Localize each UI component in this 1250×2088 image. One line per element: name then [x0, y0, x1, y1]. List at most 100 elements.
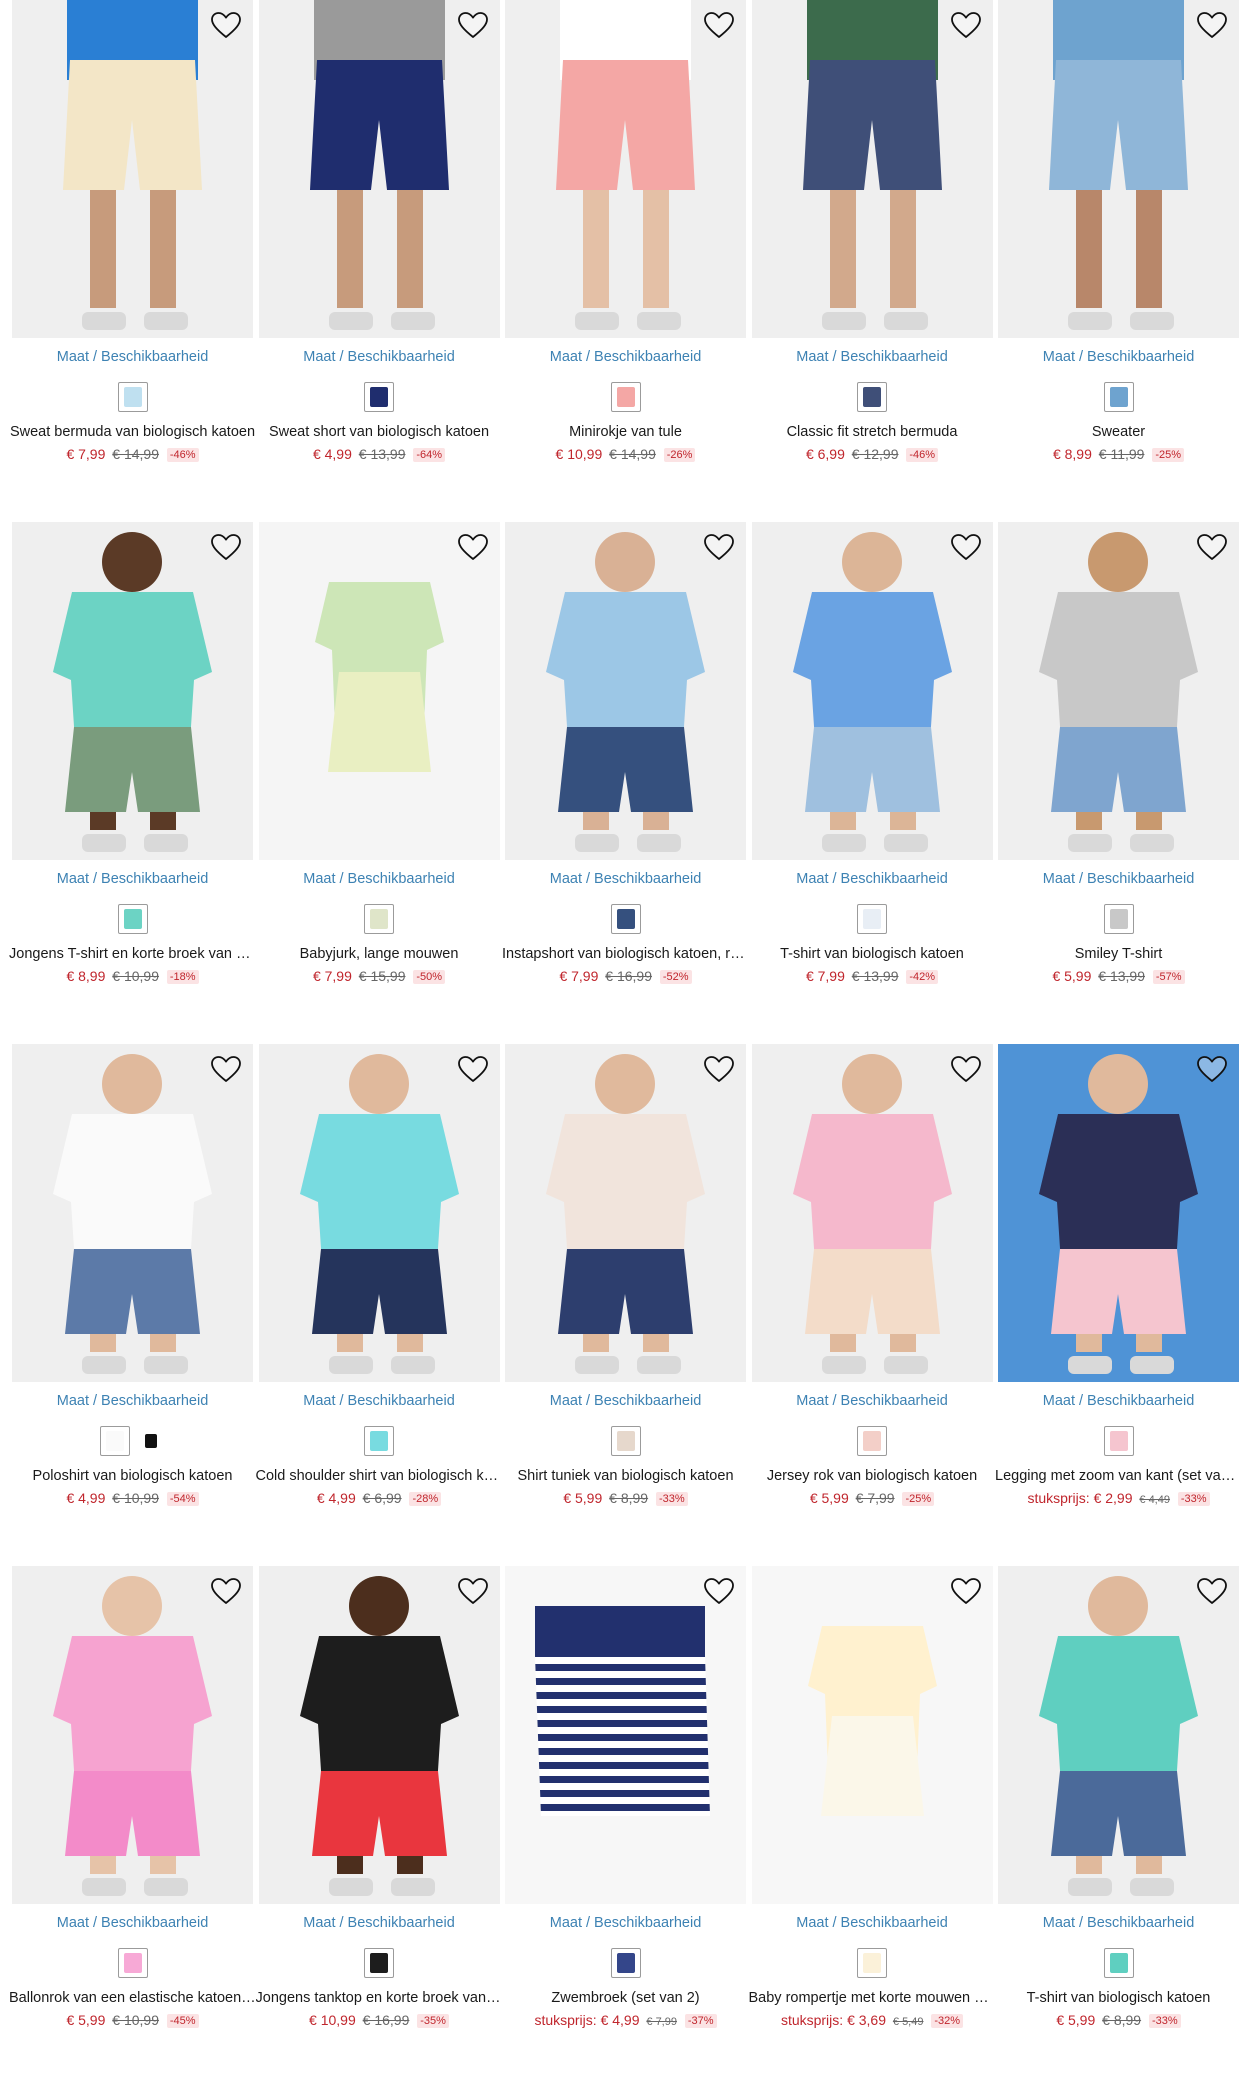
product-card[interactable]: Maat / Beschikbaarheid Sweater € 8,99 € …	[998, 0, 1239, 522]
product-name[interactable]: Zwembroek (set van 2)	[502, 1990, 749, 2006]
color-swatch[interactable]	[364, 1426, 394, 1456]
size-availability-link[interactable]: Maat / Beschikbaarheid	[505, 349, 746, 365]
product-card[interactable]: Maat / Beschikbaarheid Babyjurk, lange m…	[258, 522, 500, 1044]
size-availability-link[interactable]: Maat / Beschikbaarheid	[998, 349, 1239, 365]
product-card[interactable]: Maat / Beschikbaarheid Smiley T-shirt € …	[998, 522, 1239, 1044]
product-name[interactable]: Jongens T-shirt en korte broek van biolo…	[9, 946, 256, 962]
color-swatch[interactable]	[610, 382, 641, 412]
product-image[interactable]	[12, 522, 253, 860]
product-image[interactable]	[998, 1566, 1239, 1904]
product-card[interactable]: Maat / Beschikbaarheid Sweat bermuda van…	[9, 0, 256, 522]
wishlist-heart-icon[interactable]	[949, 10, 983, 40]
product-name[interactable]: Instapshort van biologisch katoen, regul…	[502, 946, 749, 962]
product-image[interactable]	[505, 522, 746, 860]
wishlist-heart-icon[interactable]	[209, 10, 243, 40]
product-name[interactable]: T-shirt van biologisch katoen	[749, 946, 996, 962]
color-swatch[interactable]	[135, 1426, 166, 1456]
product-image[interactable]	[258, 0, 500, 338]
wishlist-heart-icon[interactable]	[456, 532, 490, 562]
size-availability-link[interactable]: Maat / Beschikbaarheid	[259, 1393, 500, 1409]
color-swatch[interactable]	[857, 904, 887, 934]
product-image[interactable]	[505, 1566, 746, 1904]
product-name[interactable]: Baby rompertje met korte mouwen van biol…	[749, 1990, 996, 2006]
product-image[interactable]	[12, 0, 253, 338]
product-image[interactable]	[751, 0, 993, 338]
wishlist-heart-icon[interactable]	[1195, 1576, 1229, 1606]
size-availability-link[interactable]: Maat / Beschikbaarheid	[12, 1915, 253, 1931]
color-swatch[interactable]	[1103, 1426, 1134, 1456]
product-image[interactable]	[998, 522, 1239, 860]
product-image[interactable]	[505, 0, 746, 338]
product-image[interactable]	[998, 0, 1239, 338]
product-image[interactable]	[12, 1566, 253, 1904]
color-swatch[interactable]	[117, 382, 148, 412]
color-swatch[interactable]	[1103, 904, 1134, 934]
wishlist-heart-icon[interactable]	[209, 532, 243, 562]
product-card[interactable]: Maat / Beschikbaarheid Poloshirt van bio…	[12, 1044, 253, 1566]
size-availability-link[interactable]: Maat / Beschikbaarheid	[505, 1393, 746, 1409]
product-card[interactable]: Maat / Beschikbaarheid Ballonrok van een…	[9, 1566, 256, 2088]
color-swatch[interactable]	[117, 1948, 148, 1978]
color-swatch[interactable]	[610, 1948, 641, 1978]
wishlist-heart-icon[interactable]	[949, 532, 983, 562]
size-availability-link[interactable]: Maat / Beschikbaarheid	[259, 871, 500, 887]
wishlist-heart-icon[interactable]	[209, 1054, 243, 1084]
product-card[interactable]: Maat / Beschikbaarheid T-shirt van biolo…	[998, 1566, 1239, 2088]
wishlist-heart-icon[interactable]	[1195, 1054, 1229, 1084]
wishlist-heart-icon[interactable]	[702, 10, 736, 40]
size-availability-link[interactable]: Maat / Beschikbaarheid	[752, 1393, 993, 1409]
product-image[interactable]	[258, 522, 500, 860]
color-swatch[interactable]	[1103, 1948, 1134, 1978]
product-image[interactable]	[258, 1044, 500, 1382]
wishlist-heart-icon[interactable]	[702, 1576, 736, 1606]
color-swatch[interactable]	[117, 904, 148, 934]
color-swatch[interactable]	[1103, 382, 1134, 412]
product-name[interactable]: Sweat short van biologisch katoen	[256, 424, 503, 440]
color-swatch[interactable]	[610, 1426, 641, 1456]
wishlist-heart-icon[interactable]	[702, 1054, 736, 1084]
color-swatch[interactable]	[857, 1426, 887, 1456]
product-name[interactable]: Smiley T-shirt	[995, 946, 1242, 962]
product-name[interactable]: Jongens tanktop en korte broek van biolo…	[256, 1990, 503, 2006]
wishlist-heart-icon[interactable]	[1195, 532, 1229, 562]
product-name[interactable]: T-shirt van biologisch katoen	[995, 1990, 1242, 2006]
wishlist-heart-icon[interactable]	[949, 1054, 983, 1084]
color-swatch[interactable]	[364, 382, 394, 412]
size-availability-link[interactable]: Maat / Beschikbaarheid	[505, 871, 746, 887]
product-card[interactable]: Maat / Beschikbaarheid Cold shoulder shi…	[256, 1044, 503, 1566]
product-card[interactable]: Maat / Beschikbaarheid Jersey rok van bi…	[749, 1044, 996, 1566]
product-image[interactable]	[998, 1044, 1239, 1382]
wishlist-heart-icon[interactable]	[456, 1576, 490, 1606]
product-card[interactable]: Maat / Beschikbaarheid Classic fit stret…	[749, 0, 996, 522]
size-availability-link[interactable]: Maat / Beschikbaarheid	[259, 349, 500, 365]
product-name[interactable]: Poloshirt van biologisch katoen	[9, 1468, 256, 1484]
size-availability-link[interactable]: Maat / Beschikbaarheid	[998, 1915, 1239, 1931]
product-name[interactable]: Ballonrok van een elastische katoenmix	[9, 1990, 256, 2006]
product-card[interactable]: Maat / Beschikbaarheid Instapshort van b…	[502, 522, 749, 1044]
size-availability-link[interactable]: Maat / Beschikbaarheid	[998, 1393, 1239, 1409]
product-card[interactable]: Maat / Beschikbaarheid Jongens T-shirt e…	[9, 522, 256, 1044]
color-swatch[interactable]	[857, 382, 887, 412]
size-availability-link[interactable]: Maat / Beschikbaarheid	[259, 1915, 500, 1931]
product-card[interactable]: Maat / Beschikbaarheid Shirt tuniek van …	[505, 1044, 746, 1566]
wishlist-heart-icon[interactable]	[1195, 10, 1229, 40]
product-card[interactable]: Maat / Beschikbaarheid Zwembroek (set va…	[505, 1566, 746, 2088]
product-name[interactable]: Minirokje van tule	[502, 424, 749, 440]
color-swatch[interactable]	[857, 1948, 887, 1978]
size-availability-link[interactable]: Maat / Beschikbaarheid	[752, 1915, 993, 1931]
color-swatch[interactable]	[364, 904, 394, 934]
product-image[interactable]	[751, 522, 993, 860]
size-availability-link[interactable]: Maat / Beschikbaarheid	[505, 1915, 746, 1931]
product-image[interactable]	[12, 1044, 253, 1382]
product-image[interactable]	[258, 1566, 500, 1904]
product-card[interactable]: Maat / Beschikbaarheid Minirokje van tul…	[505, 0, 746, 522]
product-name[interactable]: Jersey rok van biologisch katoen	[749, 1468, 996, 1484]
product-name[interactable]: Legging met zoom van kant (set van 2)	[995, 1468, 1242, 1484]
product-image[interactable]	[505, 1044, 746, 1382]
product-name[interactable]: Classic fit stretch bermuda	[749, 424, 996, 440]
color-swatch[interactable]	[99, 1426, 130, 1456]
wishlist-heart-icon[interactable]	[702, 532, 736, 562]
size-availability-link[interactable]: Maat / Beschikbaarheid	[12, 1393, 253, 1409]
wishlist-heart-icon[interactable]	[209, 1576, 243, 1606]
product-name[interactable]: Sweat bermuda van biologisch katoen	[9, 424, 256, 440]
